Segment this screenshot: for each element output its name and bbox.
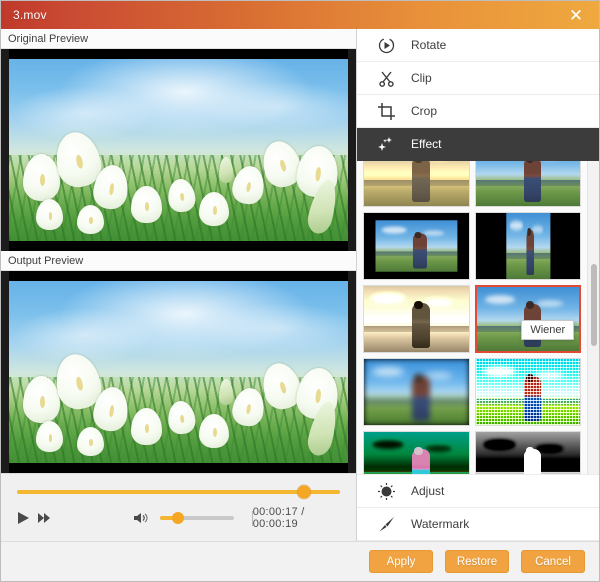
tool-item-adjust[interactable]: Adjust xyxy=(357,475,599,508)
output-preview-label: Output Preview xyxy=(1,251,356,271)
tool-item-crop[interactable]: Crop xyxy=(357,95,599,128)
playback-controls: 00:00:17 / 00:00:19 xyxy=(17,501,340,541)
flower xyxy=(131,186,162,223)
volume-handle[interactable] xyxy=(172,512,185,524)
preview-column: Original Preview Output Preview 00:00:17… xyxy=(1,29,357,541)
effect-preview-image xyxy=(364,286,469,352)
dialog-footer: Apply Restore Cancel xyxy=(1,541,599,581)
effects-scrollbar-thumb[interactable] xyxy=(591,264,597,346)
tool-label: Watermark xyxy=(411,517,470,531)
effect-thumbnail[interactable] xyxy=(363,431,470,474)
tool-label: Crop xyxy=(411,104,438,118)
flower-bud xyxy=(219,379,233,405)
tool-label: Effect xyxy=(411,137,442,151)
window-title: 3.mov xyxy=(13,8,47,22)
scissors-icon xyxy=(375,67,397,89)
effect-thumbnail[interactable] xyxy=(474,285,581,353)
effects-grid xyxy=(357,161,587,474)
effect-thumbnail[interactable] xyxy=(474,358,581,426)
effect-preview-image xyxy=(375,220,458,272)
original-preview-video[interactable] xyxy=(1,49,356,251)
effect-preview-image xyxy=(364,432,469,474)
effect-preview-image xyxy=(475,359,580,425)
tool-item-watermark[interactable]: Watermark xyxy=(357,508,599,541)
seek-row xyxy=(17,483,340,501)
volume-icon[interactable] xyxy=(129,506,153,530)
flower xyxy=(131,408,162,445)
tool-item-clip[interactable]: Clip xyxy=(357,62,599,95)
dialog-body: Original Preview Output Preview 00:00:17… xyxy=(1,29,599,541)
volume-slider[interactable] xyxy=(159,512,234,524)
effects-scrollbar[interactable] xyxy=(587,161,599,474)
flower xyxy=(36,421,64,453)
tool-label: Rotate xyxy=(411,38,447,52)
effect-thumbnail[interactable] xyxy=(474,431,581,474)
tool-item-rotate[interactable]: Rotate xyxy=(357,29,599,62)
close-icon[interactable]: ✕ xyxy=(559,1,593,29)
tools-column: Rotate Clip Crop Effect Wiener Adjust Wa… xyxy=(357,29,599,541)
video-edit-dialog: 3.mov ✕ Original Preview Output Preview … xyxy=(0,0,600,582)
transport-bar: 00:00:17 / 00:00:19 xyxy=(1,473,356,541)
effect-thumbnail[interactable] xyxy=(363,161,470,207)
effect-thumbnail[interactable] xyxy=(363,358,470,426)
restore-button[interactable]: Restore xyxy=(445,550,509,573)
effect-tooltip: Wiener xyxy=(521,320,575,341)
crop-icon xyxy=(375,100,397,122)
effect-preview-image xyxy=(364,359,469,425)
effect-thumbnail[interactable] xyxy=(474,212,581,280)
rotate-icon xyxy=(375,34,397,56)
flower-bud xyxy=(219,157,233,183)
effect-preview-image xyxy=(505,213,550,279)
flower xyxy=(76,426,104,456)
flower xyxy=(36,199,64,231)
effect-thumbnail[interactable] xyxy=(363,212,470,280)
tool-label: Adjust xyxy=(411,484,445,498)
flower xyxy=(76,204,104,234)
effect-preview-image xyxy=(476,287,579,351)
original-preview-label: Original Preview xyxy=(1,29,356,49)
effect-preview-image xyxy=(475,432,580,474)
tool-label: Clip xyxy=(411,71,432,85)
seek-handle[interactable] xyxy=(297,485,311,499)
sparkle-icon xyxy=(375,133,397,155)
cancel-button[interactable]: Cancel xyxy=(521,550,585,573)
output-preview-video[interactable] xyxy=(1,271,356,473)
effect-thumbnail[interactable] xyxy=(474,161,581,207)
volume-control xyxy=(129,506,253,530)
effect-preview-image xyxy=(364,161,469,206)
tool-item-effect[interactable]: Effect xyxy=(357,128,599,161)
seek-slider[interactable] xyxy=(17,485,340,499)
brush-icon xyxy=(375,513,397,535)
effect-preview-image xyxy=(475,161,580,206)
video-frame-output xyxy=(9,281,348,463)
effect-thumbnail[interactable] xyxy=(363,285,470,353)
time-readout: 00:00:17 / 00:00:19 xyxy=(252,506,305,530)
fast-forward-icon[interactable] xyxy=(34,506,55,530)
play-icon[interactable] xyxy=(13,506,34,530)
brightness-icon xyxy=(375,480,397,502)
title-bar: 3.mov ✕ xyxy=(1,1,599,29)
video-frame-original xyxy=(9,59,348,241)
apply-button[interactable]: Apply xyxy=(369,550,433,573)
effects-panel: Wiener xyxy=(357,161,599,475)
